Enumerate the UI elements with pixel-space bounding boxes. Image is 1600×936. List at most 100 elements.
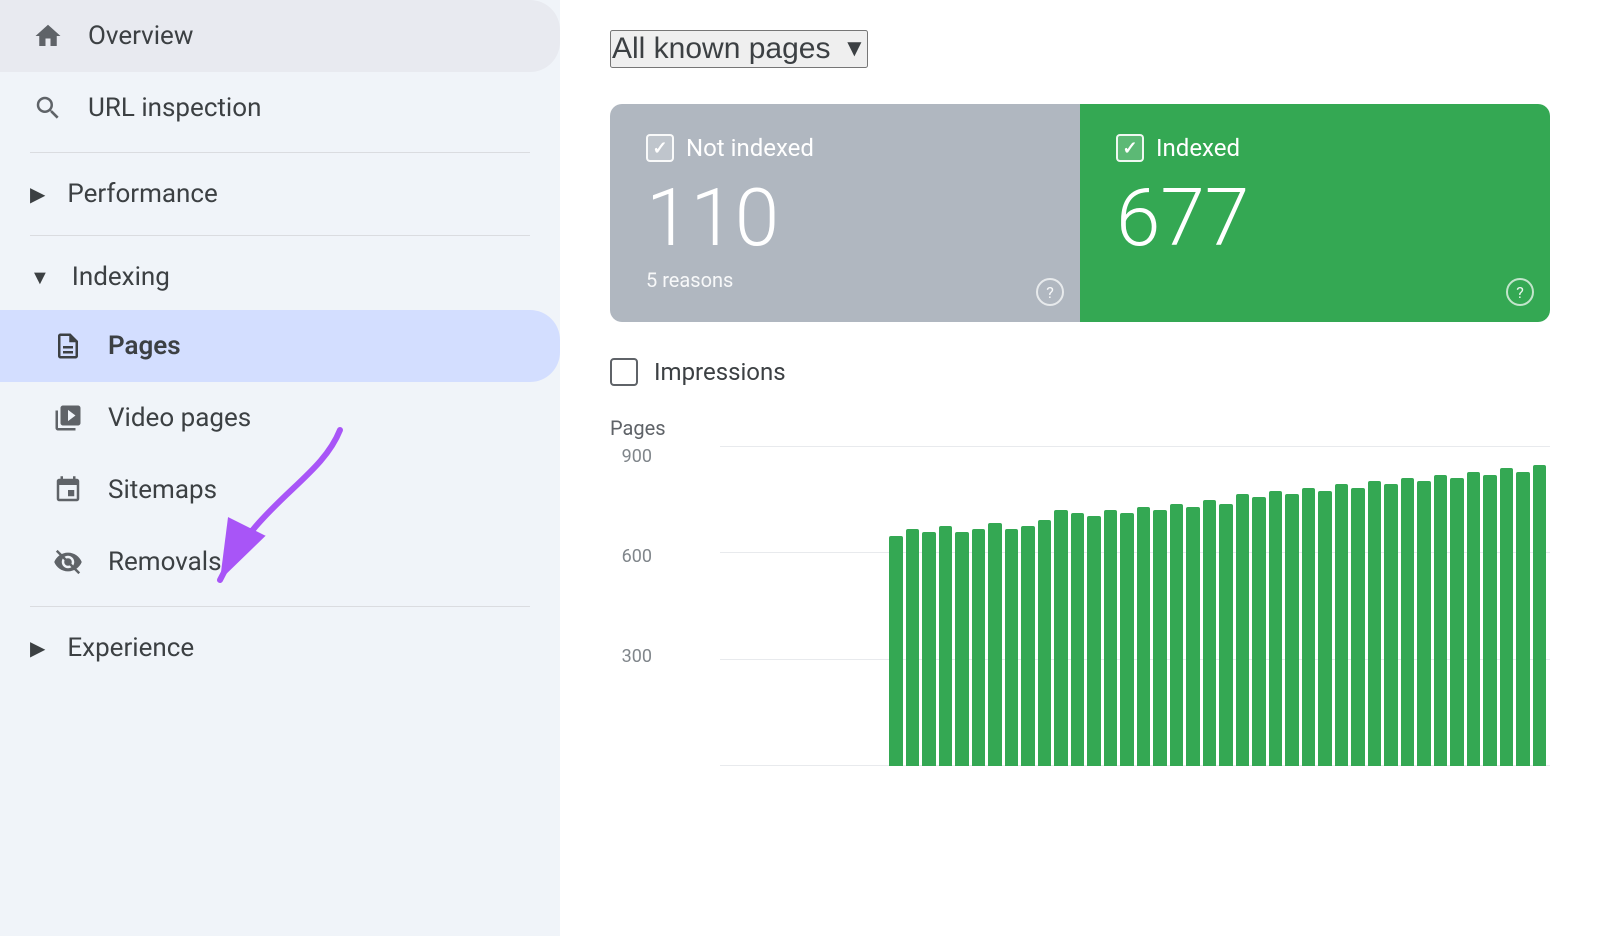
- sitemaps-icon: [50, 472, 86, 508]
- home-icon: [30, 18, 66, 54]
- indexing-chevron: ▼: [30, 265, 50, 290]
- chart-bar: [1087, 516, 1101, 766]
- chart-bar: [1368, 481, 1382, 766]
- search-icon: [30, 90, 66, 126]
- chart-bar: [922, 532, 936, 766]
- chart-bar: [955, 532, 969, 766]
- sidebar-item-removals-label: Removals: [108, 547, 222, 577]
- chart-bar: [1516, 472, 1530, 766]
- chart-bar: [1467, 472, 1481, 766]
- not-indexed-checkbox[interactable]: ✓: [646, 134, 674, 162]
- chart-bar: [1071, 513, 1085, 766]
- sidebar-item-sitemaps-label: Sitemaps: [108, 475, 217, 505]
- chart-bar: [939, 526, 953, 766]
- y-tick-300: 300: [610, 646, 652, 667]
- sidebar-item-overview[interactable]: Overview: [0, 0, 560, 72]
- divider-3: [30, 606, 530, 607]
- dropdown-arrow-icon: ▼: [842, 35, 866, 63]
- sidebar-item-overview-label: Overview: [88, 21, 193, 51]
- not-indexed-card: ✓ Not indexed 110 5 reasons ?: [610, 104, 1080, 322]
- chart-bar: [1170, 504, 1184, 766]
- not-indexed-checkmark: ✓: [652, 138, 667, 159]
- not-indexed-count: 110: [646, 178, 1044, 258]
- chart-bar: [1236, 494, 1250, 766]
- not-indexed-subtitle: 5 reasons: [646, 268, 1044, 292]
- chart-bar: [972, 529, 986, 766]
- chart-bar: [1038, 520, 1052, 766]
- chart-bar: [1351, 488, 1365, 766]
- performance-chevron: ▶: [30, 182, 45, 206]
- sidebar-section-indexing[interactable]: ▼ Indexing: [0, 244, 560, 310]
- chart-bar: [1120, 513, 1134, 766]
- indexed-checkmark: ✓: [1122, 138, 1137, 159]
- sidebar-item-url-inspection[interactable]: URL inspection: [0, 72, 560, 144]
- chart-bar: [1219, 504, 1233, 766]
- indexed-help-icon[interactable]: ?: [1506, 278, 1534, 306]
- main-content: All known pages ▼ ✓ Not indexed 110 5 re…: [560, 0, 1600, 936]
- chart-bar: [1252, 497, 1266, 766]
- chart-bar: [889, 536, 903, 766]
- chart-bar: [1401, 478, 1415, 766]
- y-tick-600: 600: [610, 546, 652, 567]
- not-indexed-header: ✓ Not indexed: [646, 134, 1044, 162]
- divider-1: [30, 152, 530, 153]
- sidebar-item-removals[interactable]: Removals: [0, 526, 560, 598]
- sidebar: Overview URL inspection ▶ Performance ▼ …: [0, 0, 560, 936]
- chart-bar: [1005, 529, 1019, 766]
- chart-bar: [1483, 475, 1497, 766]
- chart-bar: [1302, 488, 1316, 766]
- sidebar-item-url-inspection-label: URL inspection: [88, 93, 261, 123]
- bars-container: [720, 446, 1550, 766]
- chart-y-axis-label: Pages: [610, 416, 1550, 440]
- sidebar-item-video-pages-label: Video pages: [108, 403, 251, 433]
- chart-container: [720, 446, 1550, 766]
- chart-bar: [1203, 500, 1217, 766]
- chart-bar: [1269, 491, 1283, 766]
- sidebar-item-pages-label: Pages: [108, 331, 181, 361]
- experience-chevron: ▶: [30, 636, 45, 660]
- chart-bar: [1104, 510, 1118, 766]
- sidebar-section-performance[interactable]: ▶ Performance: [0, 161, 560, 227]
- impressions-checkbox[interactable]: [610, 358, 638, 386]
- not-indexed-help-icon[interactable]: ?: [1036, 278, 1064, 306]
- y-tick-900: 900: [610, 446, 652, 467]
- chart-bar: [1186, 507, 1200, 766]
- indexed-card: ✓ Indexed 677 ?: [1080, 104, 1550, 322]
- chart-bar: [1153, 510, 1167, 766]
- chart-bar: [906, 529, 920, 766]
- indexing-label: Indexing: [72, 262, 170, 292]
- chart-bar: [1318, 491, 1332, 766]
- chart-area: Pages 900 600 300: [610, 416, 1550, 766]
- chart-bar: [1500, 468, 1514, 766]
- video-icon: [50, 400, 86, 436]
- indexed-count: 677: [1116, 178, 1514, 258]
- impressions-row: Impressions: [610, 358, 1550, 386]
- removals-icon: [50, 544, 86, 580]
- chart-bar: [1417, 481, 1431, 766]
- chart-bar: [1137, 507, 1151, 766]
- chart-bar: [1450, 478, 1464, 766]
- chart-bar: [1021, 526, 1035, 766]
- header-row: All known pages ▼: [610, 30, 1550, 68]
- sidebar-item-sitemaps[interactable]: Sitemaps: [0, 454, 560, 526]
- chart-bar: [1335, 484, 1349, 766]
- index-cards-row: ✓ Not indexed 110 5 reasons ? ✓ Indexed …: [610, 104, 1550, 322]
- indexed-checkbox[interactable]: ✓: [1116, 134, 1144, 162]
- pages-filter-dropdown[interactable]: All known pages ▼: [610, 30, 868, 68]
- sidebar-item-pages[interactable]: Pages: [0, 310, 560, 382]
- divider-2: [30, 235, 530, 236]
- sidebar-item-video-pages[interactable]: Video pages: [0, 382, 560, 454]
- performance-label: Performance: [67, 179, 217, 209]
- pages-icon: [50, 328, 86, 364]
- impressions-label: Impressions: [654, 358, 786, 386]
- chart-bar: [1054, 510, 1068, 766]
- chart-bar: [1434, 475, 1448, 766]
- indexed-title: Indexed: [1156, 134, 1240, 162]
- chart-bar: [988, 523, 1002, 766]
- dropdown-label: All known pages: [612, 32, 830, 66]
- indexed-header: ✓ Indexed: [1116, 134, 1514, 162]
- chart-bar: [1285, 494, 1299, 766]
- sidebar-section-experience[interactable]: ▶ Experience: [0, 615, 560, 681]
- experience-label: Experience: [67, 633, 194, 663]
- chart-bar: [1384, 484, 1398, 766]
